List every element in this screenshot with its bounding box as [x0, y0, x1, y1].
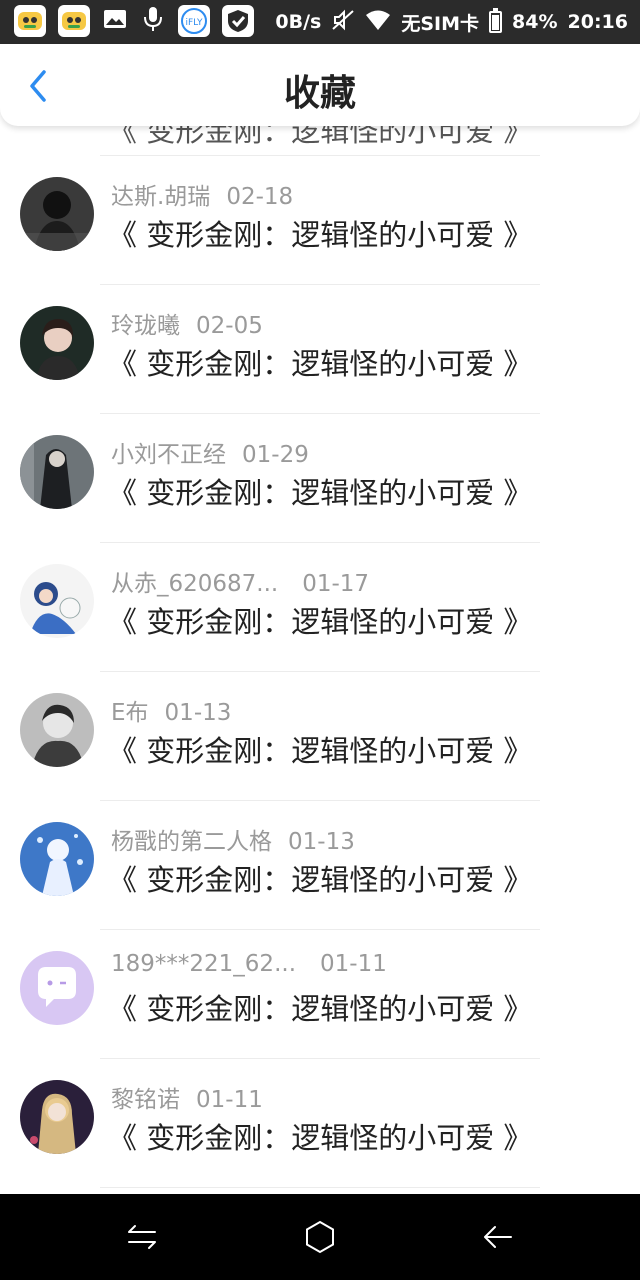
item-meta: 玲珑曦 02-05 [111, 306, 263, 340]
avatar[interactable] [20, 1080, 94, 1154]
list-item[interactable]: E布 01-13 《 变形金刚：逻辑怪的小可爱 》 [0, 672, 640, 801]
page-title: 收藏 [283, 73, 356, 114]
list-item[interactable]: 从赤_620687... 01-17 《 变形金刚：逻辑怪的小可爱 》 [0, 543, 640, 672]
home-button[interactable] [297, 1214, 343, 1260]
avatar[interactable] [20, 564, 94, 638]
svg-text:iFLY: iFLY [186, 18, 203, 28]
clock: 20:16 [567, 11, 628, 33]
list-item[interactable]: 小刘不正经 01-29 《 变形金刚：逻辑怪的小可爱 》 [0, 414, 640, 543]
image-icon [102, 6, 128, 36]
switch-icon [128, 1225, 156, 1249]
network-speed: 0B/s [275, 11, 322, 33]
favorites-list[interactable]: 《 变形金刚：逻辑怪的小可爱 》 达斯.胡瑞 02-18 《 变形金刚：逻辑怪的小… [0, 126, 640, 1194]
avatar[interactable] [20, 306, 94, 380]
avatar[interactable] [20, 951, 94, 1025]
ifly-icon: iFLY [178, 5, 210, 37]
item-title[interactable]: 《 变形金刚：逻辑怪的小可爱 》 [108, 599, 532, 641]
item-title[interactable]: 《 变形金刚：逻辑怪的小可爱 》 [108, 1115, 532, 1157]
user-name[interactable]: 达斯.胡瑞 [111, 184, 210, 210]
user-name[interactable]: 从赤_620687... [111, 571, 278, 597]
user-name[interactable]: 黎铭诺 [111, 1087, 180, 1113]
status-bar: iFLY 0B/s 无SIM卡 84% 20:16 [0, 0, 640, 44]
divider [100, 1187, 540, 1188]
item-title: 《 变形金刚：逻辑怪的小可爱 》 [108, 126, 533, 148]
system-nav-bar [0, 1194, 640, 1280]
avatar[interactable] [20, 693, 94, 767]
item-meta: 从赤_620687... 01-17 [111, 564, 369, 598]
item-meta: 小刘不正经 01-29 [111, 435, 309, 469]
avatar[interactable] [20, 177, 94, 251]
back-nav-button[interactable] [475, 1214, 521, 1260]
user-name[interactable]: 杨戬的第二人格 [111, 829, 272, 855]
user-name[interactable]: 189***221_62... [111, 951, 296, 977]
notification-icons: iFLY [14, 5, 254, 37]
app-icon [58, 5, 90, 37]
list-item[interactable]: 玲珑曦 02-05 《 变形金刚：逻辑怪的小可爱 》 [0, 285, 640, 414]
battery-icon [489, 8, 503, 33]
list-item[interactable]: 杨戬的第二人格 01-13 《 变形金刚：逻辑怪的小可爱 》 [0, 801, 640, 930]
wifi-icon [365, 9, 391, 36]
item-meta: 杨戬的第二人格 01-13 [111, 822, 355, 856]
status-indicators: 0B/s 无SIM卡 84% 20:16 [275, 0, 628, 44]
item-title[interactable]: 《 变形金刚：逻辑怪的小可爱 》 [108, 986, 532, 1028]
user-name[interactable]: 玲珑曦 [111, 313, 180, 339]
list-item[interactable]: 达斯.胡瑞 02-18 《 变形金刚：逻辑怪的小可爱 》 [0, 156, 640, 285]
item-date: 01-13 [288, 829, 355, 855]
item-title[interactable]: 《 变形金刚：逻辑怪的小可爱 》 [108, 857, 532, 899]
item-title[interactable]: 《 变形金刚：逻辑怪的小可爱 》 [108, 470, 532, 512]
mic-icon [140, 5, 166, 37]
item-date: 01-11 [320, 951, 387, 977]
user-name[interactable]: E布 [111, 700, 149, 726]
item-title[interactable]: 《 变形金刚：逻辑怪的小可爱 》 [108, 341, 532, 383]
switch-button[interactable] [119, 1214, 165, 1260]
item-date: 01-29 [242, 442, 309, 468]
list-item[interactable]: 《 变形金刚：逻辑怪的小可爱 》 [0, 126, 640, 156]
list-item[interactable]: 黎铭诺 01-11 《 变形金刚：逻辑怪的小可爱 》 [0, 1059, 640, 1188]
battery-percent: 84% [512, 11, 558, 33]
home-icon [306, 1220, 334, 1254]
avatar[interactable] [20, 822, 94, 896]
item-date: 02-05 [196, 313, 263, 339]
item-date: 01-11 [196, 1087, 263, 1113]
mute-icon [331, 8, 355, 37]
list-item[interactable]: 189***221_62... 01-11 《 变形金刚：逻辑怪的小可爱 》 [0, 930, 640, 1059]
item-meta: E布 01-13 [111, 693, 231, 727]
item-title[interactable]: 《 变形金刚：逻辑怪的小可爱 》 [108, 212, 532, 254]
page-header: 收藏 [0, 44, 640, 126]
item-date: 01-17 [302, 571, 370, 597]
shield-icon [222, 5, 254, 37]
app-icon [14, 5, 46, 37]
avatar[interactable] [20, 435, 94, 509]
item-title[interactable]: 《 变形金刚：逻辑怪的小可爱 》 [108, 728, 532, 770]
item-meta: 189***221_62... 01-11 [111, 951, 387, 977]
item-meta: 达斯.胡瑞 02-18 [111, 177, 293, 211]
item-date: 02-18 [226, 184, 294, 210]
item-date: 01-13 [164, 700, 232, 726]
item-meta: 黎铭诺 01-11 [111, 1080, 263, 1114]
back-arrow-icon [484, 1226, 512, 1248]
sim-status: 无SIM卡 [401, 12, 480, 35]
user-name[interactable]: 小刘不正经 [111, 442, 226, 468]
